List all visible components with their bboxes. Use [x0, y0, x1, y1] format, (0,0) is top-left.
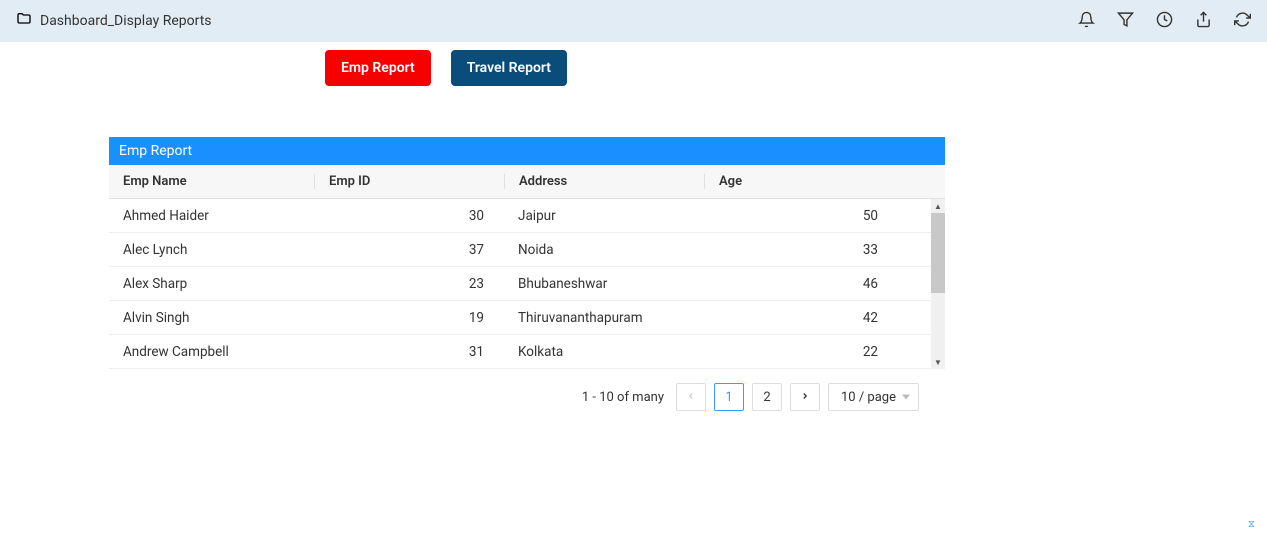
pager-next[interactable] [790, 383, 820, 411]
chevron-left-icon [686, 390, 696, 405]
scroll-up-icon[interactable]: ▲ [931, 199, 945, 213]
table-row: Alex Sharp 23 Bhubaneshwar 46 [109, 267, 931, 301]
scroll-down-icon[interactable]: ▼ [931, 355, 945, 369]
cell-addr: Kolkata [504, 344, 704, 360]
scrollbar[interactable]: ▲ ▼ [931, 199, 945, 369]
table-header: Emp Name Emp ID Address Age [109, 165, 945, 199]
pager-page-2[interactable]: 2 [752, 383, 782, 411]
cell-name: Alex Sharp [109, 276, 314, 292]
cell-id: 31 [314, 344, 504, 360]
header-title: Dashboard_Display Reports [40, 13, 212, 29]
cell-id: 19 [314, 310, 504, 326]
cell-addr: Jaipur [504, 208, 704, 224]
filter-icon[interactable] [1117, 11, 1134, 32]
scroll-thumb[interactable] [931, 213, 945, 293]
cell-addr: Bhubaneshwar [504, 276, 704, 292]
col-header-age[interactable]: Age [704, 174, 894, 189]
cell-id: 23 [314, 276, 504, 292]
chevron-right-icon [800, 390, 810, 405]
cell-addr: Noida [504, 242, 704, 258]
table-row: Andrew Campbell 31 Kolkata 22 [109, 335, 931, 369]
cell-id: 37 [314, 242, 504, 258]
corner-widget-icon[interactable]: ⧖ [1248, 519, 1255, 530]
clock-icon[interactable] [1156, 11, 1173, 32]
header-left: Dashboard_Display Reports [16, 11, 212, 31]
travel-report-tab[interactable]: Travel Report [451, 50, 567, 86]
pager-prev[interactable] [676, 383, 706, 411]
bell-icon[interactable] [1078, 11, 1095, 32]
pager: 1 - 10 of many 1 2 10 / page [109, 369, 945, 411]
cell-addr: Thiruvananthapuram [504, 310, 704, 326]
col-header-name[interactable]: Emp Name [109, 174, 314, 189]
share-icon[interactable] [1195, 11, 1212, 32]
col-header-address[interactable]: Address [504, 174, 704, 189]
table-body: Ahmed Haider 30 Jaipur 50 Alec Lynch 37 … [109, 199, 945, 369]
col-header-id[interactable]: Emp ID [314, 174, 504, 189]
emp-report-tab[interactable]: Emp Report [325, 50, 431, 86]
cell-id: 30 [314, 208, 504, 224]
cell-name: Alvin Singh [109, 310, 314, 326]
folder-icon [16, 11, 32, 31]
cell-age: 33 [704, 242, 894, 258]
panel-title: Emp Report [109, 137, 945, 165]
refresh-icon[interactable] [1234, 11, 1251, 32]
cell-age: 22 [704, 344, 894, 360]
pager-size-select[interactable]: 10 / page [828, 383, 919, 411]
header-icons [1078, 11, 1251, 32]
pager-page-1[interactable]: 1 [714, 383, 744, 411]
cell-age: 50 [704, 208, 894, 224]
pager-size-label: 10 / page [841, 390, 896, 405]
tabs: Emp Report Travel Report [0, 42, 1267, 86]
cell-name: Ahmed Haider [109, 208, 314, 224]
cell-age: 42 [704, 310, 894, 326]
header-bar: Dashboard_Display Reports [0, 0, 1267, 42]
table-row: Ahmed Haider 30 Jaipur 50 [109, 199, 931, 233]
table-row: Alec Lynch 37 Noida 33 [109, 233, 931, 267]
table-rows: Ahmed Haider 30 Jaipur 50 Alec Lynch 37 … [109, 199, 931, 369]
emp-report-panel: Emp Report Emp Name Emp ID Address Age A… [109, 137, 945, 369]
cell-name: Alec Lynch [109, 242, 314, 258]
cell-name: Andrew Campbell [109, 344, 314, 360]
pager-range: 1 - 10 of many [582, 390, 664, 405]
cell-age: 46 [704, 276, 894, 292]
table-row: Alvin Singh 19 Thiruvananthapuram 42 [109, 301, 931, 335]
